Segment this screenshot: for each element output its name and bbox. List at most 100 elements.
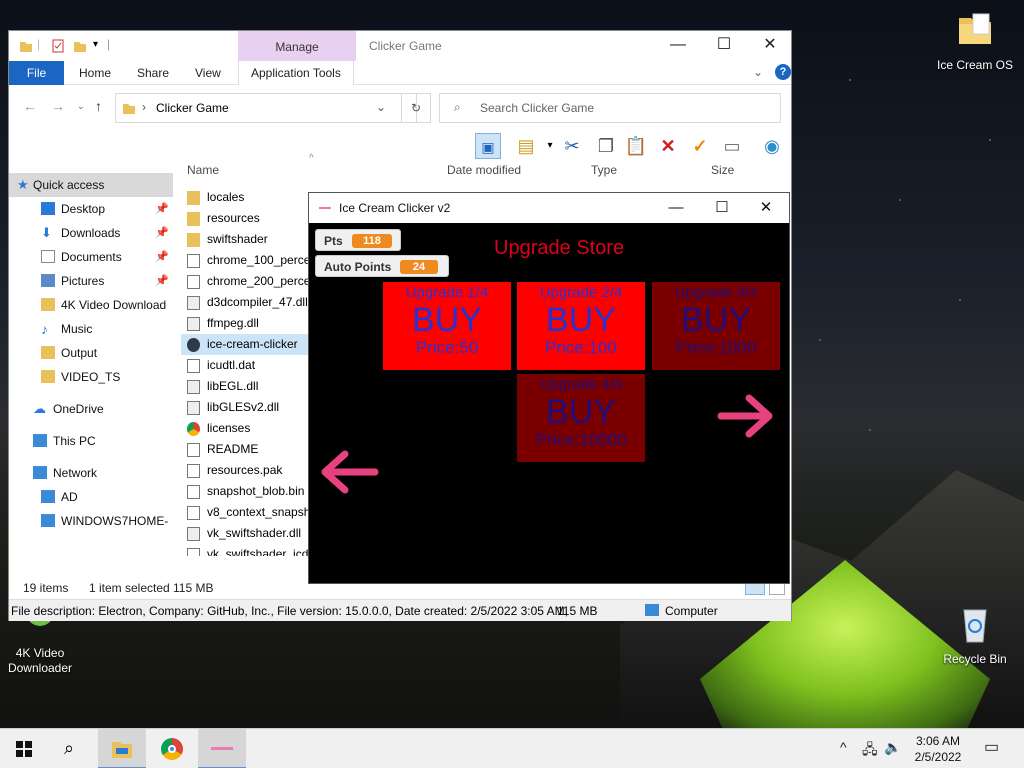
notifications-icon[interactable]: ▭ [984, 737, 999, 757]
file-row-chrome-100[interactable]: chrome_100_percent [181, 250, 311, 271]
nav-onedrive[interactable]: ☁ OneDrive [9, 397, 173, 421]
nav-network[interactable]: Network [9, 461, 173, 485]
tab-share[interactable]: Share [125, 61, 181, 85]
file-row-libglesv2[interactable]: libGLESv2.dll [181, 397, 311, 418]
file-row-ffmpeg[interactable]: ffmpeg.dll [181, 313, 311, 334]
new-folder-icon[interactable] [73, 39, 87, 53]
nav-video-ts[interactable]: VIDEO_TS [9, 365, 173, 389]
file-row-icudtl[interactable]: icudtl.dat [181, 355, 311, 376]
properties-icon[interactable] [51, 39, 65, 53]
chevron-down-icon[interactable]: ▾ [93, 39, 98, 50]
minimize-button[interactable]: — [653, 193, 699, 223]
buy-button[interactable]: BUY [517, 394, 645, 430]
nav-music[interactable]: ♪ Music [9, 317, 173, 341]
nav-this-pc[interactable]: This PC [9, 429, 173, 453]
upgrade-card-1[interactable]: Upgrade 1/4 BUY Price:50 [383, 282, 511, 370]
volume-muted-icon[interactable]: 🔈 [884, 739, 901, 756]
file-row-readme[interactable]: README [181, 439, 311, 460]
start-button[interactable] [0, 729, 48, 768]
tab-home[interactable]: Home [67, 61, 123, 85]
desktop-icon-recycle-bin[interactable]: Recycle Bin [935, 604, 1015, 667]
chevron-down-icon[interactable]: ⌄ [77, 101, 85, 112]
pin-icon[interactable]: 📌 [155, 269, 169, 293]
taskbar-chrome[interactable] [148, 729, 196, 768]
next-page-arrow-icon[interactable] [717, 391, 777, 441]
buy-button[interactable]: BUY [517, 302, 645, 338]
tab-view[interactable]: View [183, 61, 233, 85]
maximize-button[interactable]: ☐ [701, 31, 747, 61]
auto-points-label: Auto Points [324, 260, 392, 274]
column-name[interactable]: Name [187, 163, 219, 177]
manage-tab[interactable]: Manage [238, 31, 356, 61]
buy-button[interactable]: BUY [652, 302, 780, 338]
paste-icon[interactable]: 📋 [623, 133, 649, 159]
file-row-resources[interactable]: resources [181, 208, 311, 229]
pin-icon[interactable]: 📌 [155, 245, 169, 269]
nav-pictures[interactable]: Pictures 📌 [9, 269, 173, 293]
nav-downloads[interactable]: ⬇ Downloads 📌 [9, 221, 173, 245]
file-row-libegl[interactable]: libEGL.dll [181, 376, 311, 397]
nav-4k-video-download[interactable]: 4K Video Download [9, 293, 173, 317]
delete-icon[interactable]: ✕ [655, 133, 681, 159]
nav-desktop[interactable]: Desktop 📌 [9, 197, 173, 221]
previous-page-arrow-icon[interactable] [317, 447, 379, 497]
checkmark-icon[interactable]: ✓ [687, 133, 713, 159]
nav-label: VIDEO_TS [61, 370, 121, 384]
file-row-d3dcompiler[interactable]: d3dcompiler_47.dll [181, 292, 313, 313]
back-arrow-icon[interactable]: ← [23, 98, 37, 114]
chevron-down-icon[interactable]: ⌄ [753, 65, 763, 79]
nav-network-ad[interactable]: AD [9, 485, 173, 509]
shell-icon[interactable]: ◉ [759, 133, 785, 159]
desktop-icon-ice-cream-os[interactable]: Ice Cream OS [935, 10, 1015, 73]
tab-file[interactable]: File [9, 61, 64, 85]
minimize-button[interactable]: — [655, 31, 701, 61]
file-row-v8-context-snapshot[interactable]: v8_context_snapshot [181, 502, 311, 523]
file-row-vk-swiftshader[interactable]: vk_swiftshader.dll [181, 523, 311, 544]
pin-icon[interactable]: 📌 [155, 197, 169, 221]
forward-arrow-icon[interactable]: → [51, 98, 65, 114]
upgrade-card-3[interactable]: Upgrade 3/4 BUY Price:1000 [652, 282, 780, 370]
properties-icon[interactable]: ▤ [513, 133, 539, 159]
up-arrow-icon[interactable]: ↑ [95, 98, 102, 114]
upgrade-label: Upgrade 3/4 [674, 284, 758, 301]
nav-documents[interactable]: Documents 📌 [9, 245, 173, 269]
taskbar-clock[interactable]: 3:06 AM 2/5/2022 [906, 733, 970, 765]
file-row-locales[interactable]: locales [181, 187, 311, 208]
upgrade-label: Upgrade 4/4 [539, 376, 623, 393]
close-button[interactable]: ✕ [747, 31, 793, 61]
search-button[interactable]: ⌕ [48, 729, 96, 768]
close-button[interactable]: ✕ [743, 193, 789, 223]
rename-icon[interactable]: ▭ [719, 133, 745, 159]
chevron-down-icon[interactable]: ⌄ [376, 100, 386, 114]
address-bar[interactable]: › Clicker Game ⌄ [115, 93, 417, 123]
nav-network-windows7home[interactable]: WINDOWS7HOME- [9, 509, 173, 533]
taskbar-ice-cream-clicker[interactable] [198, 729, 246, 768]
upgrade-card-4[interactable]: Upgrade 4/4 BUY Price:10000 [517, 374, 645, 462]
copy-icon[interactable]: ❐ [593, 133, 619, 159]
buy-button[interactable]: BUY [383, 302, 511, 338]
maximize-button[interactable]: ☐ [699, 193, 745, 223]
pin-icon[interactable]: 📌 [155, 221, 169, 245]
preview-pane-icon[interactable]: ▣ [475, 133, 501, 159]
cut-icon[interactable]: ✂ [559, 133, 585, 159]
file-row-licenses[interactable]: licenses [181, 418, 311, 439]
search-input[interactable]: ⌕ Search Clicker Game [439, 93, 781, 123]
network-tray-icon[interactable]: 🖧 [862, 739, 878, 763]
column-type[interactable]: Type [591, 163, 617, 177]
chevron-up-icon[interactable]: ^ [840, 739, 847, 755]
file-row-vk-swiftshader-icd[interactable]: vk_swiftshader_icd. [181, 544, 311, 556]
file-row-ice-cream-clicker[interactable]: ice-cream-clicker [181, 334, 311, 355]
tab-application-tools[interactable]: Application Tools [238, 61, 354, 85]
file-row-swiftshader[interactable]: swiftshader [181, 229, 311, 250]
refresh-button[interactable]: ↻ [401, 93, 431, 123]
upgrade-card-2[interactable]: Upgrade 2/4 BUY Price:100 [517, 282, 645, 370]
taskbar-file-explorer[interactable] [98, 729, 146, 768]
nav-output[interactable]: Output [9, 341, 173, 365]
column-size[interactable]: Size [711, 163, 734, 177]
nav-quick-access[interactable]: ★ Quick access [9, 173, 173, 197]
help-icon[interactable]: ? [775, 64, 791, 80]
file-row-resources-pak[interactable]: resources.pak [181, 460, 311, 481]
file-row-snapshot-blob[interactable]: snapshot_blob.bin [181, 481, 311, 502]
file-row-chrome-200[interactable]: chrome_200_percent [181, 271, 311, 292]
column-date-modified[interactable]: Date modified [447, 163, 521, 177]
